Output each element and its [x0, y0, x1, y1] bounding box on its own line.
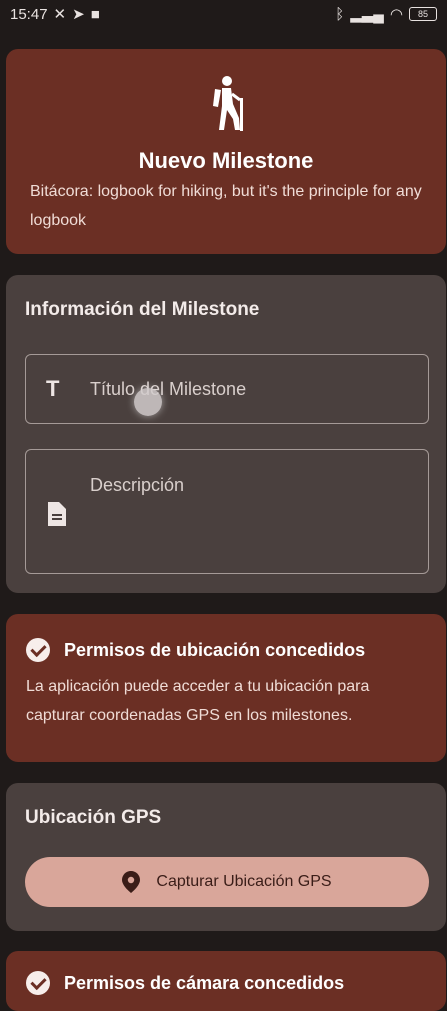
video-icon: ■ [90, 5, 100, 23]
section-title-info: Información del Milestone [25, 299, 260, 320]
status-bar: 15:47 ✕ ➤ ■ ᛒ ▂▃▄ ◠ 85 [0, 0, 447, 28]
status-right: ᛒ ▂▃▄ ◠ 85 [335, 5, 437, 23]
location-permission-header: Permisos de ubicación concedidos [26, 638, 365, 662]
check-circle-icon [26, 638, 50, 662]
camera-permission-header: Permisos de cámara concedidos [26, 971, 344, 995]
no-sim-icon: ✕ [53, 6, 67, 23]
milestone-title-placeholder: Título del Milestone [90, 379, 247, 399]
milestone-title-field[interactable]: T Título del Milestone [25, 354, 429, 424]
capture-gps-button[interactable]: Capturar Ubicación GPS [25, 857, 429, 907]
status-time: 15:47 [10, 5, 48, 23]
section-title-gps: Ubicación GPS [25, 807, 162, 828]
camera-permission-title: Permisos de cámara concedidos [64, 972, 345, 993]
wifi-icon: ◠ [389, 6, 403, 23]
app-subtitle: Bitácora: logbook for hiking, but it's t… [30, 183, 422, 229]
send-icon: ➤ [72, 6, 85, 23]
check-circle-icon [26, 971, 50, 995]
camera-permission-card: Permisos de cámara concedidos [6, 951, 446, 1011]
header-card: Nuevo Milestone Bitácora: logbook for hi… [6, 49, 446, 254]
location-permission-title: Permisos de ubicación concedidos [64, 639, 366, 660]
location-permission-text: La aplicación puede acceder a tu ubicaci… [26, 678, 370, 724]
battery-icon: 85 [409, 7, 437, 21]
milestone-description-field[interactable]: Descripción [25, 449, 429, 574]
page-title: Nuevo Milestone [138, 148, 314, 173]
bluetooth-icon: ᛒ [335, 5, 345, 23]
capture-gps-label: Capturar Ubicación GPS [156, 873, 332, 890]
document-icon [48, 502, 66, 526]
text-icon: T [46, 376, 60, 401]
milestone-description-placeholder: Descripción [90, 475, 185, 495]
milestone-info-card: Información del Milestone T Título del M… [6, 275, 446, 593]
touch-indicator [134, 388, 162, 416]
status-left: 15:47 ✕ ➤ ■ [10, 5, 100, 24]
hiking-icon [213, 76, 243, 131]
location-permission-card: Permisos de ubicación concedidos La apli… [6, 614, 446, 762]
signal-icon: ▂▃▄ [350, 6, 384, 23]
gps-location-card: Ubicación GPS Capturar Ubicación GPS [6, 783, 446, 931]
location-pin-icon [122, 871, 141, 893]
